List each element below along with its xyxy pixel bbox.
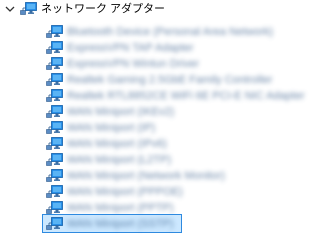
tree-item[interactable]: WAN Miniport (IP) xyxy=(46,120,305,136)
tree-item[interactable]: Bluetooth Device (Personal Area Network) xyxy=(46,24,305,40)
network-adapter-icon xyxy=(20,2,37,15)
tree-item-label: Bluetooth Device (Personal Area Network) xyxy=(67,26,274,38)
network-adapter-icon xyxy=(46,185,63,198)
tree-item[interactable]: WAN Miniport (IPv6) xyxy=(46,136,305,152)
device-tree: ネットワーク アダプター Bluetooth Device (Personal … xyxy=(0,0,305,250)
chevron-down-icon[interactable] xyxy=(4,3,16,15)
tree-children: Bluetooth Device (Personal Area Network)… xyxy=(42,24,305,233)
tree-item[interactable]: ExpressVPN TAP Adapter xyxy=(46,40,305,56)
network-adapter-icon xyxy=(46,73,63,86)
network-adapter-icon xyxy=(46,57,63,70)
tree-item-label: WAN Miniport (PPPOE) xyxy=(67,186,183,198)
tree-node-network-adapters[interactable]: ネットワーク アダプター xyxy=(4,0,165,18)
tree-node-label: ネットワーク アダプター xyxy=(41,3,166,15)
network-adapter-icon xyxy=(46,105,63,118)
network-adapter-icon xyxy=(46,121,63,134)
network-adapter-icon xyxy=(46,201,63,214)
network-adapter-icon xyxy=(46,217,63,230)
network-adapter-icon xyxy=(46,89,63,102)
network-adapter-icon xyxy=(46,153,63,166)
tree-item-label: WAN Miniport (L2TP) xyxy=(67,154,172,166)
tree-item-label: WAN Miniport (IKEv2) xyxy=(67,106,175,118)
tree-item[interactable]: ExpressVPN Wintun Driver xyxy=(46,56,305,72)
network-adapter-icon xyxy=(46,25,63,38)
tree-item-label: WAN Miniport (Network Monitor) xyxy=(67,170,225,182)
tree-item[interactable]: WAN Miniport (PPPOE) xyxy=(46,184,305,200)
tree-item[interactable]: Realtek RTL8852CE WiFi 6E PCI-E NIC Adap… xyxy=(46,88,305,104)
tree-item-label: WAN Miniport (SSTP) xyxy=(67,218,174,230)
network-adapter-icon xyxy=(46,137,63,150)
tree-item-label: WAN Miniport (IPv6) xyxy=(67,138,167,150)
network-adapter-icon xyxy=(46,41,63,54)
tree-item-label: ExpressVPN TAP Adapter xyxy=(67,42,194,54)
tree-item-label: Realtek Gaming 2.5GbE Family Controller xyxy=(67,74,273,86)
tree-item-label: ExpressVPN Wintun Driver xyxy=(67,58,200,70)
tree-item[interactable]: WAN Miniport (IKEv2) xyxy=(46,104,305,120)
tree-item[interactable]: WAN Miniport (L2TP) xyxy=(46,152,305,168)
tree-item-label: Realtek RTL8852CE WiFi 6E PCI-E NIC Adap… xyxy=(67,90,305,102)
tree-item[interactable]: Realtek Gaming 2.5GbE Family Controller xyxy=(46,72,305,88)
network-adapter-icon xyxy=(46,169,63,182)
tree-item-label: WAN Miniport (IP) xyxy=(67,122,156,134)
tree-item[interactable]: WAN Miniport (Network Monitor) xyxy=(46,168,305,184)
tree-item[interactable]: WAN Miniport (SSTP) xyxy=(42,214,305,233)
